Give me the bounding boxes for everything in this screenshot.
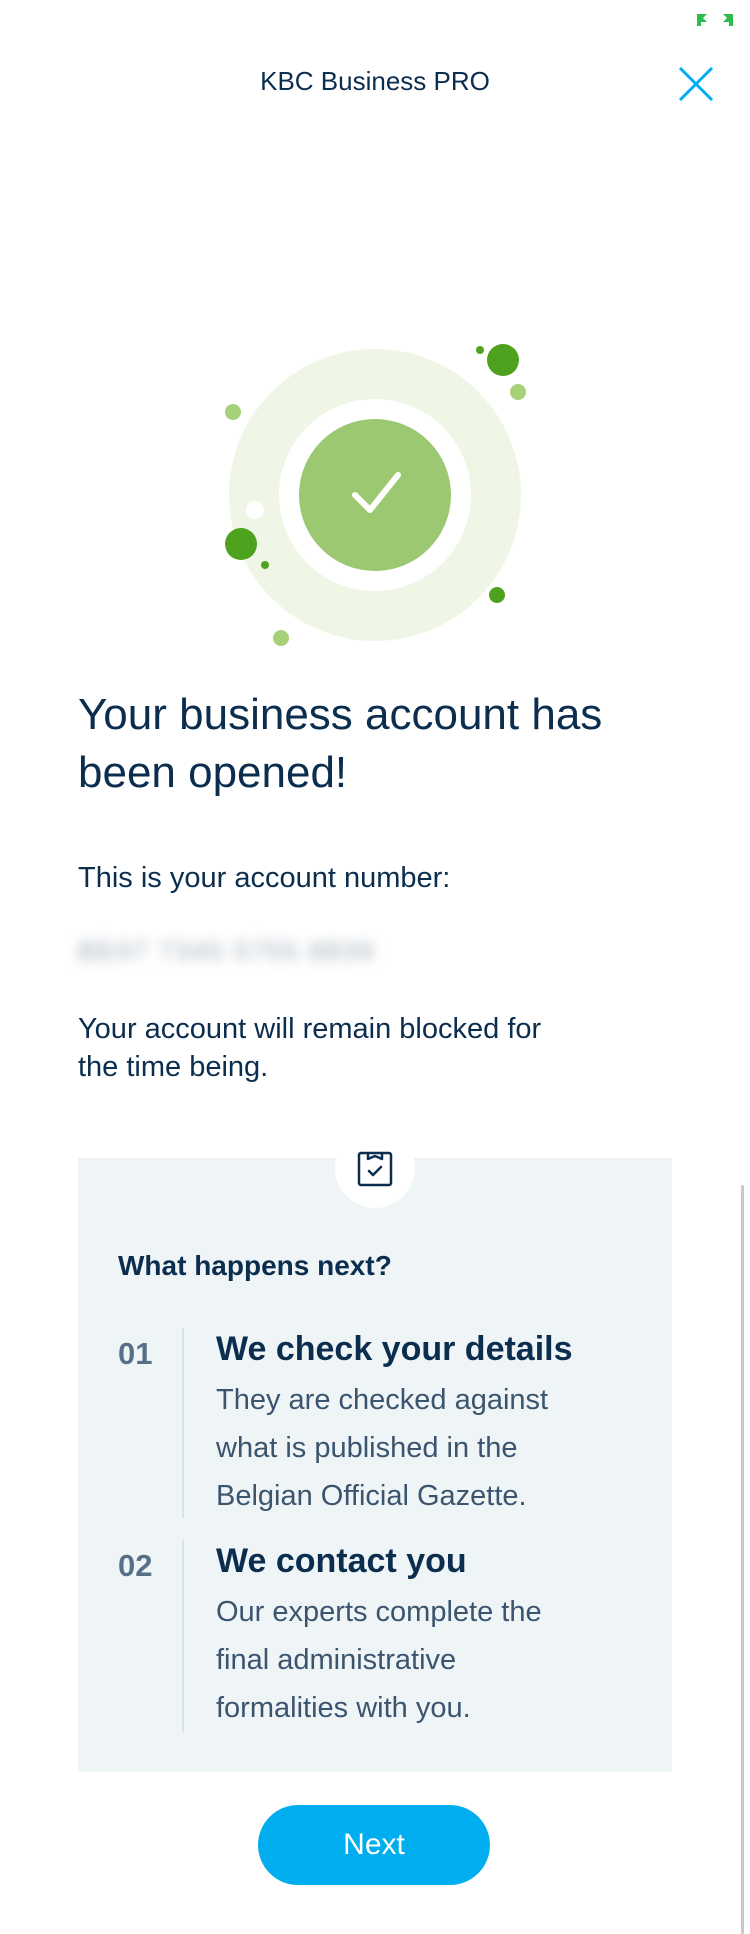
success-heading-line2: been opened! bbox=[78, 748, 348, 797]
fullscreen-icon bbox=[697, 12, 733, 28]
step-description: Our experts complete the final administr… bbox=[216, 1588, 636, 1732]
close-icon bbox=[678, 66, 714, 102]
scrollbar[interactable] bbox=[741, 1185, 744, 1934]
step-description-line: final administrative bbox=[216, 1644, 457, 1676]
account-number-label: This is your account number: bbox=[78, 862, 451, 894]
step-divider bbox=[182, 1328, 184, 1518]
step-description-line: formalities with you. bbox=[216, 1692, 471, 1724]
success-heading-line1: Your business account has bbox=[78, 690, 603, 739]
blocked-notice-line1: Your account will remain blocked for bbox=[78, 1013, 542, 1045]
next-steps-heading: What happens next? bbox=[118, 1250, 392, 1281]
close-button[interactable] bbox=[672, 60, 720, 108]
step-title: We contact you bbox=[216, 1542, 467, 1580]
step-number: 02 bbox=[118, 1548, 153, 1583]
account-number-value: BE07 7345 5755 8839 bbox=[78, 936, 375, 966]
success-heading: Your business account has been opened! bbox=[78, 686, 698, 802]
step-description-line: Belgian Official Gazette. bbox=[216, 1480, 527, 1512]
step-description-line: what is published in the bbox=[216, 1432, 518, 1464]
step-title: We check your details bbox=[216, 1330, 573, 1368]
blocked-notice: Your account will remain blocked for the… bbox=[78, 1010, 678, 1086]
success-illustration bbox=[215, 330, 535, 660]
clipboard-badge bbox=[335, 1128, 415, 1208]
step-description-line: Our experts complete the bbox=[216, 1596, 542, 1628]
step-description: They are checked against what is publish… bbox=[216, 1376, 636, 1520]
step-number: 01 bbox=[118, 1336, 153, 1371]
blocked-notice-line2: the time being. bbox=[78, 1051, 269, 1083]
page-title: KBC Business PRO bbox=[260, 66, 490, 96]
step-description-line: They are checked against bbox=[216, 1384, 549, 1416]
next-button[interactable]: Next bbox=[258, 1805, 490, 1885]
clipboard-check-icon bbox=[357, 1151, 393, 1187]
step-divider bbox=[182, 1540, 184, 1732]
